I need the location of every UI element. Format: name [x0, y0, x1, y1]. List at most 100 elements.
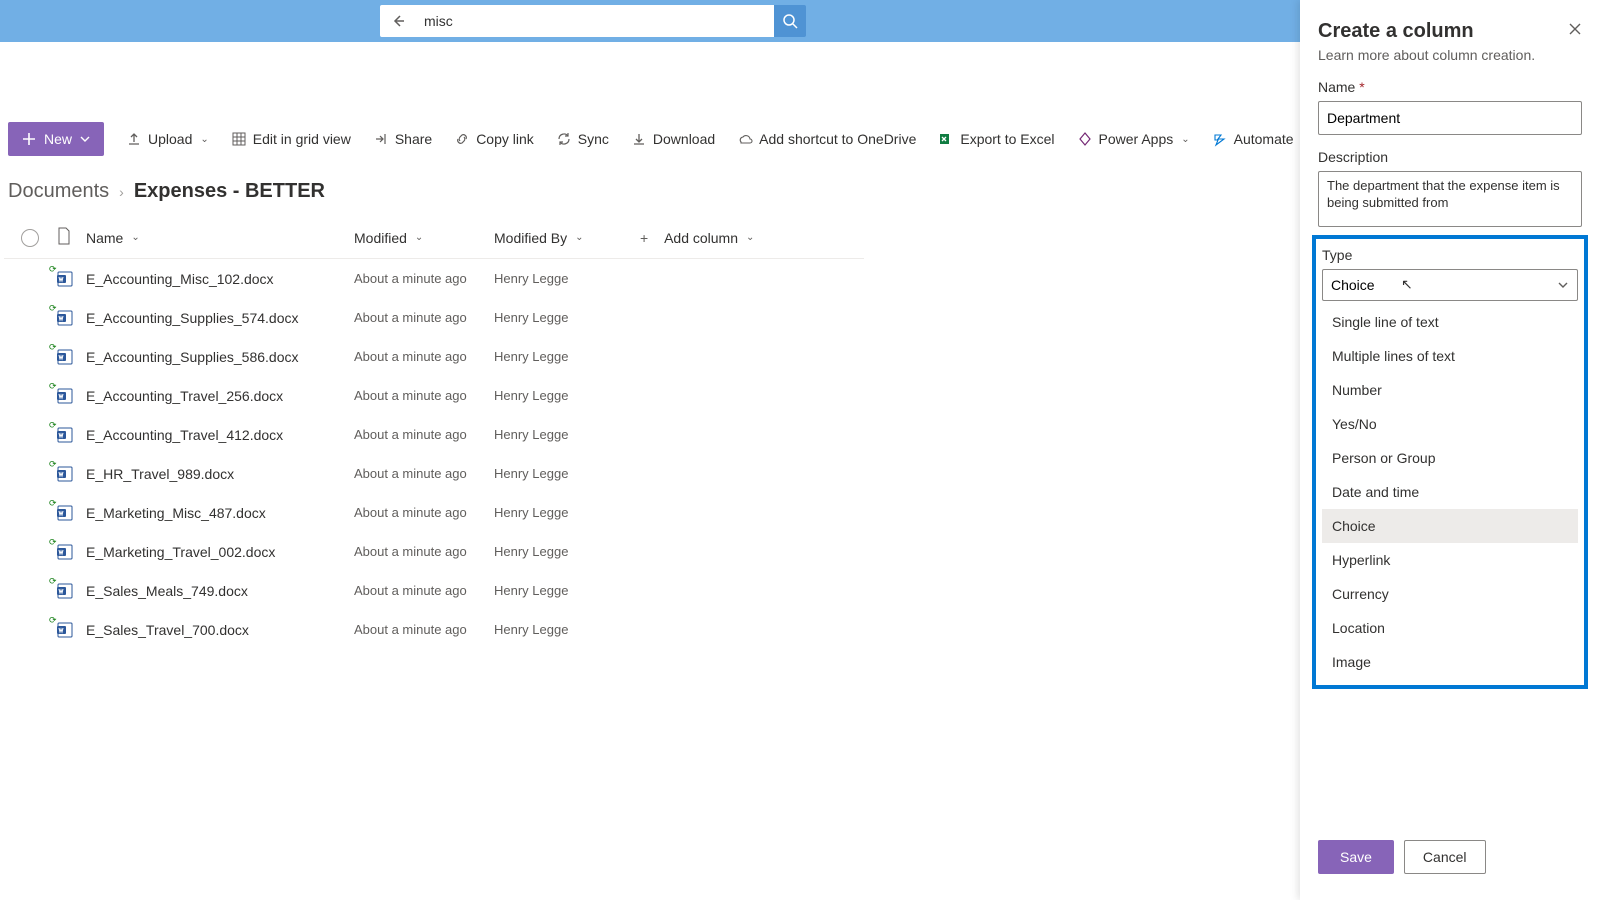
word-doc-icon: ⟳ [56, 387, 74, 405]
table-row[interactable]: ⟳ E_Accounting_Supplies_574.docxAbout a m… [4, 298, 864, 337]
file-modified-by: Henry Legge [494, 349, 640, 364]
breadcrumb-current: Expenses - BETTER [134, 180, 325, 203]
description-field-label: Description [1318, 149, 1582, 165]
word-doc-icon: ⟳ [56, 309, 74, 327]
file-modified-by: Henry Legge [494, 466, 640, 481]
table-row[interactable]: ⟳E_HR_Travel_989.docxAbout a minute agoH… [4, 454, 864, 493]
power-apps-button[interactable]: Power Apps ⌄ [1067, 125, 1200, 153]
file-modified: About a minute ago [354, 583, 494, 598]
file-modified: About a minute ago [354, 622, 494, 637]
type-option[interactable]: Single line of text [1322, 305, 1578, 339]
type-option[interactable]: Date and time [1322, 475, 1578, 509]
type-option[interactable]: Currency [1322, 577, 1578, 611]
breadcrumb-root[interactable]: Documents [8, 180, 109, 203]
type-option[interactable]: Hyperlink [1322, 543, 1578, 577]
type-option[interactable]: Image [1322, 645, 1578, 679]
column-header-modified[interactable]: Modified⌄ [354, 230, 494, 246]
sync-button[interactable]: Sync [546, 125, 619, 153]
type-option[interactable]: Person or Group [1322, 441, 1578, 475]
file-modified-by: Henry Legge [494, 622, 640, 637]
table-row[interactable]: ⟳ E_Sales_Travel_700.docxAbout a minute a… [4, 610, 864, 649]
download-icon [631, 131, 647, 147]
sync-status-icon: ⟳ [49, 615, 57, 626]
word-doc-icon: ⟳ [56, 543, 74, 561]
share-button[interactable]: Share [363, 125, 442, 153]
file-modified-by: Henry Legge [494, 271, 640, 286]
upload-icon [126, 131, 142, 147]
file-table: Name⌄ Modified⌄ Modified By⌄ + Add colum… [4, 217, 864, 649]
file-modified: About a minute ago [354, 505, 494, 520]
table-row[interactable]: ⟳ E_Accounting_Misc_102.docxAbout a minut… [4, 259, 864, 298]
create-column-panel: Create a column Learn more about column … [1300, 0, 1600, 900]
close-panel-button[interactable] [1568, 22, 1582, 41]
search-button[interactable] [774, 5, 806, 37]
automate-icon [1212, 131, 1228, 147]
file-name[interactable]: E_Accounting_Travel_256.docx [86, 388, 354, 404]
download-button[interactable]: Download [621, 125, 725, 153]
table-row[interactable]: ⟳ E_Accounting_Travel_256.docxAbout a min… [4, 376, 864, 415]
sync-status-icon: ⟳ [49, 342, 57, 353]
search-input[interactable] [416, 5, 774, 37]
copy-link-button[interactable]: Copy link [444, 125, 544, 153]
chevron-down-icon [1557, 279, 1569, 291]
save-button[interactable]: Save [1318, 840, 1394, 874]
arrow-left-icon [390, 13, 406, 29]
export-excel-button[interactable]: Export to Excel [928, 125, 1064, 153]
type-option[interactable]: Choice [1322, 509, 1578, 543]
chevron-down-icon: ⌄ [131, 232, 139, 243]
type-select[interactable]: Choice ↖ [1322, 269, 1578, 301]
file-name[interactable]: E_Accounting_Travel_412.docx [86, 427, 354, 443]
type-highlight-region: Type Choice ↖ Single line of textMultipl… [1312, 235, 1588, 689]
new-button[interactable]: New [8, 122, 104, 156]
grid-icon [231, 131, 247, 147]
type-option[interactable]: Yes/No [1322, 407, 1578, 441]
search-back-button[interactable] [380, 5, 416, 37]
file-modified: About a minute ago [354, 271, 494, 286]
word-doc-icon: ⟳ [56, 270, 74, 288]
chevron-down-icon: ⌄ [746, 232, 754, 243]
sync-icon [556, 131, 572, 147]
sync-status-icon: ⟳ [49, 264, 57, 275]
file-modified: About a minute ago [354, 388, 494, 403]
column-name-input[interactable] [1318, 101, 1582, 135]
column-header-name[interactable]: Name⌄ [86, 230, 354, 246]
onedrive-icon [737, 131, 753, 147]
powerapps-label: Power Apps [1099, 131, 1174, 147]
table-row[interactable]: ⟳E_Sales_Meals_749.docxAbout a minute ag… [4, 571, 864, 610]
sync-label: Sync [578, 131, 609, 147]
type-option[interactable]: Location [1322, 611, 1578, 645]
upload-label: Upload [148, 131, 192, 147]
edit-grid-button[interactable]: Edit in grid view [221, 125, 361, 153]
table-row[interactable]: ⟳E_Accounting_Supplies_586.docxAbout a m… [4, 337, 864, 376]
type-option[interactable]: Number [1322, 373, 1578, 407]
excel-icon [938, 131, 954, 147]
learn-more-link[interactable]: Learn more about column creation. [1318, 47, 1582, 63]
column-description-input[interactable] [1318, 171, 1582, 227]
table-row[interactable]: ⟳E_Marketing_Travel_002.docxAbout a minu… [4, 532, 864, 571]
table-row[interactable]: ⟳ E_Marketing_Misc_487.docxAbout a minute… [4, 493, 864, 532]
file-name[interactable]: E_Marketing_Travel_002.docx [86, 544, 354, 560]
file-name[interactable]: E_Sales_Meals_749.docx [86, 583, 354, 599]
upload-button[interactable]: Upload ⌄ [116, 125, 219, 153]
cancel-button[interactable]: Cancel [1404, 840, 1486, 874]
column-header-modified-by[interactable]: Modified By⌄ [494, 230, 640, 246]
word-doc-icon: ⟳ [56, 504, 74, 522]
name-field-label: Name * [1318, 79, 1582, 95]
table-row[interactable]: ⟳E_Accounting_Travel_412.docxAbout a min… [4, 415, 864, 454]
file-name[interactable]: E_Sales_Travel_700.docx [86, 622, 354, 638]
file-name[interactable]: E_Accounting_Supplies_574.docx [86, 310, 354, 326]
file-type-icon [56, 227, 72, 245]
add-column-button[interactable]: + Add column⌄ [640, 230, 754, 246]
add-shortcut-button[interactable]: Add shortcut to OneDrive [727, 125, 926, 153]
file-modified: About a minute ago [354, 310, 494, 325]
file-name[interactable]: E_Marketing_Misc_487.docx [86, 505, 354, 521]
select-all-toggle[interactable] [21, 229, 39, 247]
share-label: Share [395, 131, 432, 147]
file-name[interactable]: E_Accounting_Misc_102.docx [86, 271, 354, 287]
file-name[interactable]: E_Accounting_Supplies_586.docx [86, 349, 354, 365]
type-selected-value: Choice [1331, 277, 1375, 293]
type-option[interactable]: Multiple lines of text [1322, 339, 1578, 373]
sync-status-icon: ⟳ [49, 537, 57, 548]
chevron-down-icon [80, 134, 90, 144]
file-name[interactable]: E_HR_Travel_989.docx [86, 466, 354, 482]
